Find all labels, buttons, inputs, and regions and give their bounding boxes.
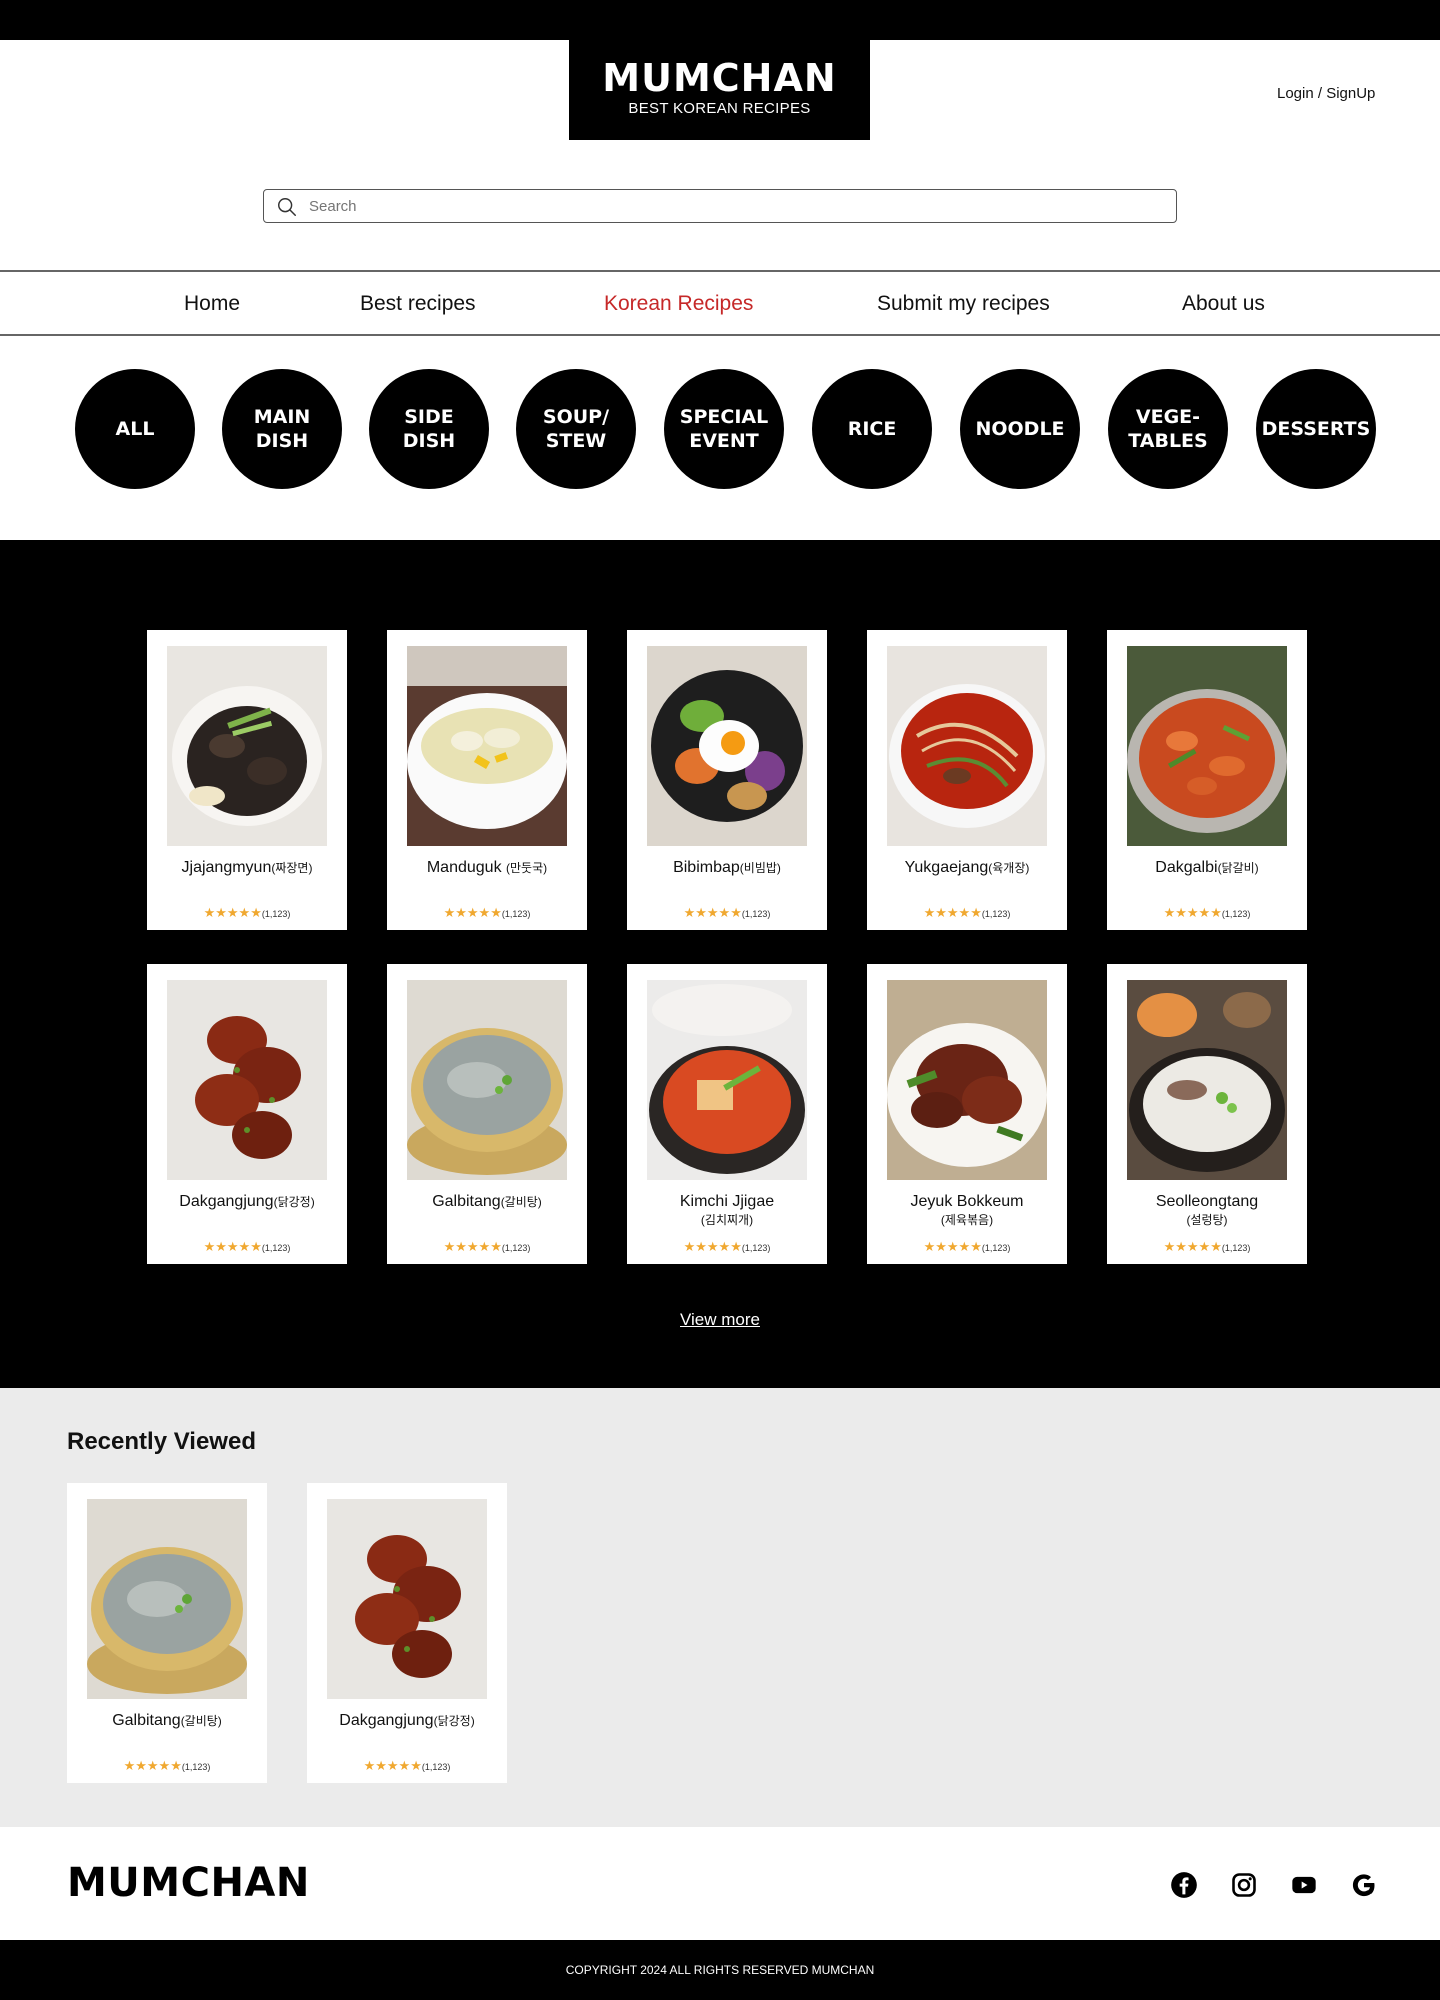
star-rating-icon: ★★★★★ [683,905,742,920]
jjajangmyun-photo [167,646,327,846]
dakgangjung-photo [167,980,327,1180]
category-soup-stew[interactable]: SOUP/ STEW [516,369,636,489]
copyright-bar: COPYRIGHT 2024 ALL RIGHTS RESERVED MUMCH… [0,1940,1440,2000]
star-rating-icon: ★★★★★ [923,905,982,920]
manduguk-photo [407,646,567,846]
nav-about-us[interactable]: About us [1182,292,1265,316]
recipe-name: Dakgalbi(닭갈비) [1155,859,1259,876]
recently-viewed-section: Recently Viewed Galbitang(갈비탕) ★★★★★(1,1… [0,1388,1440,1827]
search-icon [278,198,296,216]
star-rating-icon: ★★★★★ [1163,1239,1222,1254]
category-noodle[interactable]: NOODLE [960,369,1080,489]
star-rating-icon: ★★★★★ [923,1239,982,1254]
bibimbap-photo [647,646,807,846]
logo-tagline: BEST KOREAN RECIPES [628,100,811,117]
recently-viewed-title: Recently Viewed [67,1428,256,1455]
recipe-rating: ★★★★★(1,123) [363,1758,451,1773]
recipe-card[interactable]: Kimchi Jjigae (김치찌개) ★★★★★(1,123) [627,964,827,1264]
recipe-name: Dakgangjung(닭강정) [339,1712,475,1729]
recipe-card[interactable]: Dakgalbi(닭갈비) ★★★★★(1,123) [1107,630,1307,930]
star-rating-icon: ★★★★★ [443,905,502,920]
view-more-link[interactable]: View more [680,1310,760,1329]
seolleongtang-photo [1127,980,1287,1180]
star-rating-icon: ★★★★★ [203,905,262,920]
category-side-dish[interactable]: SIDE DISH [369,369,489,489]
recipe-rating: ★★★★★(1,123) [923,905,1011,920]
jeyuk-bokkeum-photo [887,980,1047,1180]
logo-title: MUMCHAN [602,56,837,100]
galbitang-photo [407,980,567,1180]
youtube-icon[interactable] [1290,1871,1318,1899]
recipe-rating: ★★★★★(1,123) [1163,1239,1251,1254]
recipe-name: Jjajangmyun(짜장면) [181,859,313,876]
recent-card[interactable]: Dakgangjung(닭강정) ★★★★★(1,123) [307,1483,507,1783]
recipe-rating: ★★★★★(1,123) [1163,905,1251,920]
star-rating-icon: ★★★★★ [443,1239,502,1254]
google-icon[interactable] [1350,1871,1378,1899]
recipe-rating: ★★★★★(1,123) [443,905,531,920]
top-bar [0,0,1440,40]
recipe-name: Jeyuk Bokkeum (제육볶음) [910,1193,1024,1227]
category-vegetables[interactable]: VEGE- TABLES [1108,369,1228,489]
category-filter: ALL MAIN DISH SIDE DISH SOUP/ STEW SPECI… [0,336,1440,540]
main-nav: Home Best recipes Korean Recipes Submit … [0,270,1440,336]
kimchi-jjigae-photo [647,980,807,1180]
recipe-name: Dakgangjung(닭강정) [179,1193,315,1210]
recipe-card[interactable]: Galbitang(갈비탕) ★★★★★(1,123) [387,964,587,1264]
star-rating-icon: ★★★★★ [683,1239,742,1254]
search-input[interactable] [309,194,1159,218]
recipe-name: Bibimbap(비빔밥) [673,859,781,876]
recipe-card[interactable]: Jjajangmyun(짜장면) ★★★★★(1,123) [147,630,347,930]
recipe-card[interactable]: Seolleongtang (설렁탕) ★★★★★(1,123) [1107,964,1307,1264]
star-rating-icon: ★★★★★ [123,1758,182,1773]
recipe-name: Seolleongtang (설렁탕) [1155,1193,1259,1227]
login-signup-link[interactable]: Login / SignUp [1277,85,1375,102]
category-special-event[interactable]: SPECIAL EVENT [664,369,784,489]
star-rating-icon: ★★★★★ [1163,905,1222,920]
dakgangjung-photo [327,1499,487,1699]
yukgaejang-photo [887,646,1047,846]
recipe-card[interactable]: Yukgaejang(육개장) ★★★★★(1,123) [867,630,1067,930]
recipe-rating: ★★★★★(1,123) [923,1239,1011,1254]
instagram-icon[interactable] [1230,1871,1258,1899]
star-rating-icon: ★★★★★ [203,1239,262,1254]
recipe-name: Kimchi Jjigae (김치찌개) [679,1193,775,1227]
recipe-card[interactable]: Dakgangjung(닭강정) ★★★★★(1,123) [147,964,347,1264]
star-rating-icon: ★★★★★ [363,1758,422,1773]
recipe-rating: ★★★★★(1,123) [203,905,291,920]
nav-home[interactable]: Home [184,292,240,316]
recent-card[interactable]: Galbitang(갈비탕) ★★★★★(1,123) [67,1483,267,1783]
recipe-rating: ★★★★★(1,123) [683,905,771,920]
recipe-card[interactable]: Bibimbap(비빔밥) ★★★★★(1,123) [627,630,827,930]
recipe-card[interactable]: Jeyuk Bokkeum (제육볶음) ★★★★★(1,123) [867,964,1067,1264]
recipe-rating: ★★★★★(1,123) [683,1239,771,1254]
view-more-wrap: View more [0,1310,1440,1330]
nav-korean-recipes[interactable]: Korean Recipes [604,292,753,316]
recipe-name: Galbitang(갈비탕) [432,1193,542,1210]
footer-logo[interactable]: MUMCHAN [67,1860,310,1906]
recipe-name: Manduguk (만둣국) [426,859,548,876]
facebook-icon[interactable] [1170,1871,1198,1899]
search-bar[interactable] [263,189,1177,223]
nav-submit-recipes[interactable]: Submit my recipes [877,292,1050,316]
footer: MUMCHAN [0,1827,1440,1940]
recipe-name: Galbitang(갈비탕) [112,1712,222,1729]
galbitang-photo [87,1499,247,1699]
category-main-dish[interactable]: MAIN DISH [222,369,342,489]
recipe-grid-section: Jjajangmyun(짜장면) ★★★★★(1,123) Manduguk (… [0,540,1440,1388]
category-desserts[interactable]: DESSERTS [1256,369,1376,489]
category-rice[interactable]: RICE [812,369,932,489]
dakgalbi-photo [1127,646,1287,846]
recipe-rating: ★★★★★(1,123) [123,1758,211,1773]
recipe-name: Yukgaejang(육개장) [904,859,1030,876]
category-all[interactable]: ALL [75,369,195,489]
recipe-card[interactable]: Manduguk (만둣국) ★★★★★(1,123) [387,630,587,930]
site-logo[interactable]: MUMCHAN BEST KOREAN RECIPES [569,40,870,140]
nav-best-recipes[interactable]: Best recipes [360,292,476,316]
recipe-rating: ★★★★★(1,123) [203,1239,291,1254]
recipe-rating: ★★★★★(1,123) [443,1239,531,1254]
